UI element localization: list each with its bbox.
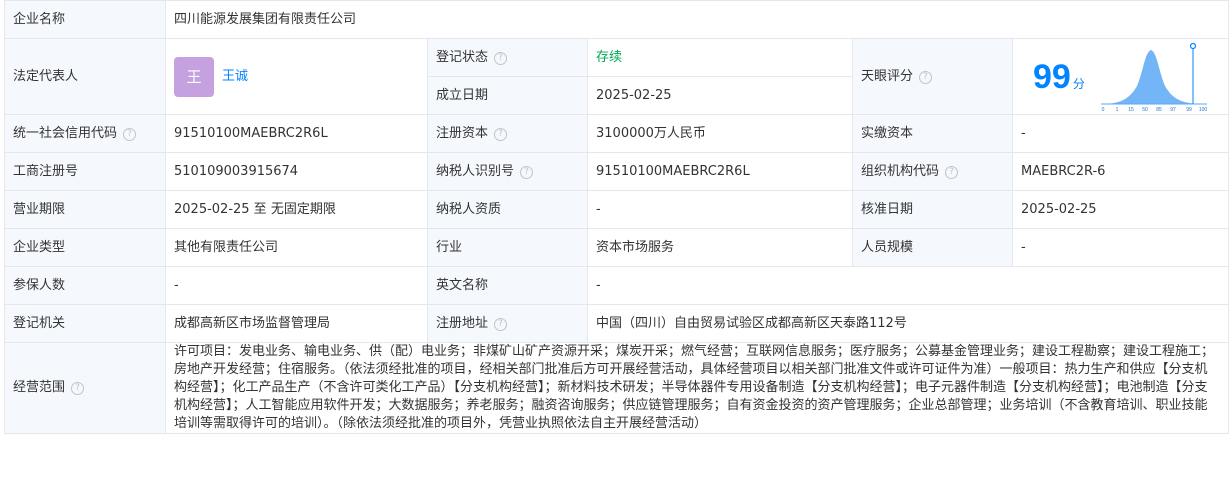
row-biz-reg-no: 工商注册号 510109003915674 纳税人识别号? 91510100MA…: [4, 152, 1230, 191]
avatar[interactable]: 王: [174, 56, 214, 97]
score-tick-label: 99: [1186, 107, 1192, 112]
help-icon[interactable]: ?: [919, 70, 933, 84]
row-company-name: 企业名称 四川能源发展集团有限责任公司: [4, 0, 1230, 39]
paid-capital-label: 实缴资本: [852, 114, 1013, 153]
scope-label-cell: 经营范围?: [4, 342, 166, 434]
established-label: 成立日期: [427, 76, 588, 115]
biz-reg-no-label: 工商注册号: [4, 152, 166, 191]
score-tick-label: 1: [1115, 107, 1118, 112]
row-insured: 参保人数 - 英文名称 -: [4, 266, 1230, 305]
taxpayer-id-value: 91510100MAEBRC2R6L: [587, 152, 853, 191]
row-credit-code: 统一社会信用代码? 91510100MAEBRC2R6L 注册资本? 31000…: [4, 114, 1230, 153]
taxpayer-id-label: 纳税人识别号: [436, 163, 515, 179]
help-icon[interactable]: ?: [494, 127, 508, 141]
tianyan-score-label: 天眼评分: [861, 68, 914, 84]
help-icon[interactable]: ?: [71, 382, 85, 395]
reg-status-label-cell: 登记状态?: [427, 38, 588, 77]
reg-status-label: 登记状态: [436, 49, 489, 65]
company-info-table: 企业名称 四川能源发展集团有限责任公司 法定代表人 王 王诚 登记状态? 存续 …: [4, 0, 1230, 434]
row-legal-rep: 法定代表人 王 王诚 登记状态? 存续 天眼评分? 99 分 0 1 15 50 85 9…: [4, 38, 1230, 115]
company-name-label: 企业名称: [4, 0, 166, 39]
company-type-label: 企业类型: [4, 228, 166, 267]
row-company-type: 企业类型 其他有限责任公司 行业 资本市场服务 人员规模 -: [4, 228, 1230, 267]
taxpayer-qual-value: -: [587, 190, 853, 229]
org-code-label: 组织机构代码: [861, 163, 940, 179]
tianyan-score-value: 99: [1033, 57, 1071, 96]
paid-capital-value: -: [1011, 114, 1230, 153]
biz-term-value: 2025-02-25 至 无固定期限: [165, 190, 428, 229]
reg-capital-label-cell: 注册资本?: [427, 114, 588, 153]
org-code-value: MAEBRC2R-6: [1011, 152, 1230, 191]
credit-code-label-cell: 统一社会信用代码?: [4, 114, 166, 153]
company-info-panel: 企业名称 四川能源发展集团有限责任公司 法定代表人 王 王诚 登记状态? 存续 …: [4, 0, 1230, 434]
score-tick-label: 15: [1128, 107, 1134, 112]
staff-size-label: 人员规模: [852, 228, 1013, 267]
insured-value: -: [165, 266, 428, 305]
reg-address-label: 注册地址: [436, 315, 489, 331]
score-tick-label: 85: [1156, 107, 1162, 112]
row-biz-term: 营业期限 2025-02-25 至 无固定期限 纳税人资质 - 核准日期 202…: [4, 190, 1230, 229]
legal-rep-label: 法定代表人: [4, 38, 166, 115]
tianyan-score-unit: 分: [1072, 76, 1085, 91]
taxpayer-qual-label: 纳税人资质: [427, 190, 588, 229]
credit-code-label: 统一社会信用代码: [13, 125, 118, 141]
tianyan-score-label-cell: 天眼评分?: [852, 38, 1013, 115]
reg-capital-label: 注册资本: [436, 125, 489, 141]
tianyan-score-cell[interactable]: 99 分 0 1 15 50 85 97 99 100: [1011, 38, 1230, 115]
industry-value: 资本市场服务: [587, 228, 853, 267]
biz-term-label: 营业期限: [4, 190, 166, 229]
score-distribution-chart: 0 1 15 50 85 97 99 100: [1100, 42, 1208, 112]
reg-authority-label: 登记机关: [4, 304, 166, 343]
help-icon[interactable]: ?: [494, 317, 508, 331]
legal-rep-cell: 王 王诚: [165, 38, 428, 115]
distribution-curve: [1100, 49, 1205, 104]
established-value: 2025-02-25: [587, 76, 853, 115]
credit-code-value: 91510100MAEBRC2R6L: [165, 114, 428, 153]
score-tick-label: 97: [1170, 107, 1176, 112]
reg-address-value: 中国（四川）自由贸易试验区成都高新区天泰路112号: [586, 304, 1230, 343]
english-name-label: 英文名称: [427, 266, 588, 305]
industry-label: 行业: [427, 228, 588, 267]
approval-date-label: 核准日期: [852, 190, 1013, 229]
score-tick-label: 0: [1101, 107, 1104, 112]
score-marker-dot: [1189, 42, 1196, 49]
approval-date-value: 2025-02-25: [1011, 190, 1230, 229]
english-name-value: -: [586, 266, 1230, 305]
company-type-value: 其他有限责任公司: [165, 228, 428, 267]
staff-size-value: -: [1011, 228, 1230, 267]
help-icon[interactable]: ?: [520, 165, 534, 179]
score-tick-label: 100: [1199, 107, 1208, 112]
help-icon[interactable]: ?: [123, 127, 137, 141]
insured-label: 参保人数: [4, 266, 166, 305]
reg-capital-value: 3100000万人民币: [587, 114, 853, 153]
reg-address-label-cell: 注册地址?: [427, 304, 588, 343]
taxpayer-id-label-cell: 纳税人识别号?: [427, 152, 588, 191]
help-icon[interactable]: ?: [945, 165, 959, 179]
help-icon[interactable]: ?: [494, 51, 508, 65]
row-reg-authority: 登记机关 成都高新区市场监督管理局 注册地址? 中国（四川）自由贸易试验区成都高…: [4, 304, 1230, 343]
reg-authority-value: 成都高新区市场监督管理局: [165, 304, 428, 343]
scope-value: 许可项目：发电业务、输电业务、供（配）电业务；非煤矿山矿产资源开采；煤炭开采；燃…: [164, 342, 1230, 434]
legal-rep-name-link[interactable]: 王诚: [222, 68, 248, 86]
score-tick-label: 50: [1142, 107, 1148, 112]
org-code-label-cell: 组织机构代码?: [852, 152, 1013, 191]
row-scope: 经营范围? 许可项目：发电业务、输电业务、供（配）电业务；非煤矿山矿产资源开采；…: [4, 342, 1230, 434]
reg-status-value: 存续: [587, 38, 853, 77]
scope-label: 经营范围: [13, 380, 66, 395]
biz-reg-no-value: 510109003915674: [165, 152, 428, 191]
company-name-value: 四川能源发展集团有限责任公司: [164, 0, 1230, 39]
